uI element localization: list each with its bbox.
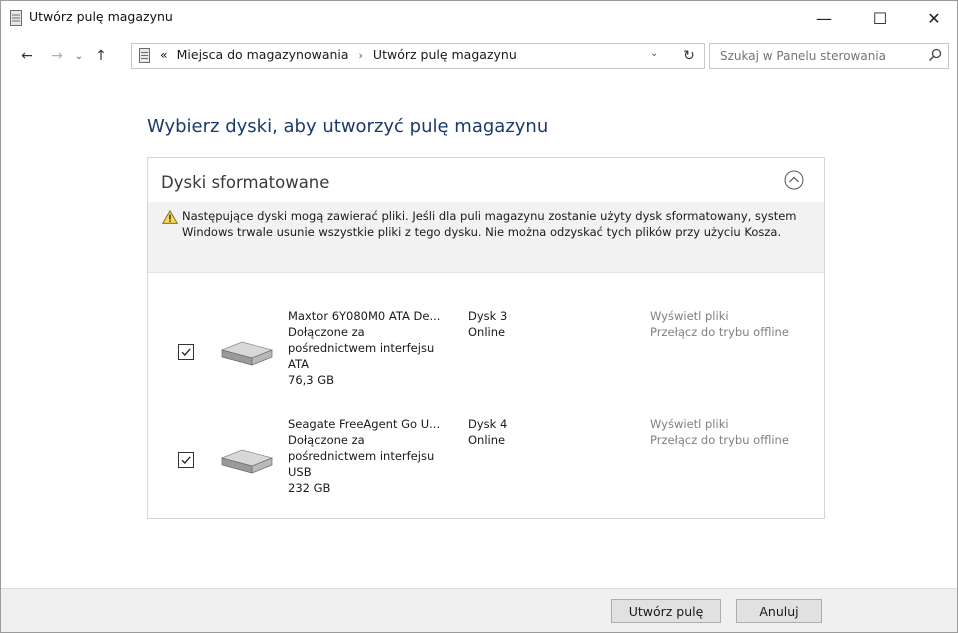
- warning-icon: [162, 210, 178, 224]
- disk-connection: pośrednictwem interfejsu: [288, 449, 435, 463]
- disk-bus: USB: [288, 465, 312, 479]
- disk-size: 232 GB: [288, 481, 331, 495]
- chevron-down-icon[interactable]: ⌄: [650, 48, 658, 59]
- back-arrow-icon: ←: [21, 48, 33, 64]
- disk-connection: Dołączone za: [288, 433, 365, 447]
- title-bar: Utwórz pulę magazynu — ☐ ✕: [1, 1, 957, 35]
- minimize-icon: —: [816, 8, 832, 28]
- disk-info: Dysk 4 Online: [468, 416, 507, 448]
- disk-number: Dysk 3: [468, 309, 508, 323]
- take-offline-link[interactable]: Przełącz do trybu offline: [650, 324, 789, 340]
- maximize-button[interactable]: ☐: [857, 1, 903, 35]
- refresh-icon: ↻: [683, 48, 695, 64]
- formatted-disks-panel: Dyski sformatowane Następujące dyski mog…: [147, 157, 825, 519]
- storage-icon: [10, 10, 22, 26]
- page-title: Wybierz dyski, aby utworzyć pulę magazyn…: [147, 116, 549, 137]
- breadcrumb-separator[interactable]: ›: [359, 49, 363, 62]
- up-arrow-icon: ↑: [95, 48, 107, 64]
- disk-checkbox[interactable]: [178, 452, 194, 468]
- warning-text: Następujące dyski mogą zawierać pliki. J…: [182, 209, 797, 239]
- checkmark-icon: [181, 456, 191, 464]
- close-icon: ✕: [927, 8, 941, 28]
- create-pool-button[interactable]: Utwórz pulę: [611, 599, 721, 623]
- disk-status: Online: [468, 325, 506, 339]
- view-files-link[interactable]: Wyświetl pliki: [650, 308, 789, 324]
- disk-connection: Dołączone za: [288, 325, 365, 339]
- up-button[interactable]: ↑: [91, 46, 111, 66]
- cancel-button[interactable]: Anuluj: [736, 599, 822, 623]
- panel-header[interactable]: Dyski sformatowane: [148, 158, 824, 202]
- chevron-up-icon[interactable]: [784, 170, 804, 190]
- view-files-link[interactable]: Wyświetl pliki: [650, 416, 789, 432]
- footer-bar: Utwórz pulę Anuluj: [1, 588, 957, 632]
- disk-info: Dysk 3 Online: [468, 308, 507, 340]
- refresh-button[interactable]: ↻: [678, 45, 700, 67]
- forward-arrow-icon: →: [51, 48, 63, 64]
- search-input[interactable]: [718, 46, 922, 66]
- disk-bus: ATA: [288, 357, 309, 371]
- disk-row: Maxtor 6Y080M0 ATA De... Dołączone za po…: [148, 308, 824, 404]
- breadcrumb-item-create-pool[interactable]: Utwórz pulę magazynu: [373, 47, 517, 62]
- navigation-bar: ← → ⌄ ↑ « Miejsca do magazynowania › Utw…: [1, 43, 957, 69]
- disk-size: 76,3 GB: [288, 373, 335, 387]
- disk-number: Dysk 4: [468, 417, 508, 431]
- disk-name: Seagate FreeAgent Go U...: [288, 417, 441, 431]
- search-icon: [928, 48, 942, 62]
- maximize-icon: ☐: [872, 8, 888, 28]
- disk-name: Maxtor 6Y080M0 ATA De...: [288, 309, 441, 323]
- storage-icon: [139, 48, 150, 63]
- disk-status: Online: [468, 433, 506, 447]
- disk-actions: Wyświetl pliki Przełącz do trybu offline: [650, 416, 789, 448]
- checkmark-icon: [181, 348, 191, 356]
- disk-connection: pośrednictwem interfejsu: [288, 341, 435, 355]
- disk-details: Maxtor 6Y080M0 ATA De... Dołączone za po…: [288, 308, 453, 388]
- disk-checkbox[interactable]: [178, 344, 194, 360]
- hard-drive-icon: [220, 341, 274, 366]
- disk-details: Seagate FreeAgent Go U... Dołączone za p…: [288, 416, 453, 496]
- breadcrumb-item-storage-spaces[interactable]: Miejsca do magazynowania: [177, 47, 349, 62]
- disk-actions: Wyświetl pliki Przełącz do trybu offline: [650, 308, 789, 340]
- address-bar[interactable]: « Miejsca do magazynowania › Utwórz pulę…: [131, 43, 705, 69]
- back-button[interactable]: ←: [17, 46, 37, 66]
- storage-pool-window: Utwórz pulę magazynu — ☐ ✕ ← → ⌄ ↑ « Mie…: [0, 0, 958, 633]
- hard-drive-icon: [220, 449, 274, 474]
- search-box[interactable]: [709, 43, 949, 69]
- panel-title: Dyski sformatowane: [161, 173, 330, 192]
- chevron-down-icon: ⌄: [74, 50, 84, 62]
- forward-button[interactable]: →: [47, 46, 67, 66]
- disk-row: Seagate FreeAgent Go U... Dołączone za p…: [148, 416, 824, 512]
- close-button[interactable]: ✕: [911, 1, 957, 35]
- minimize-button[interactable]: —: [801, 1, 847, 35]
- take-offline-link[interactable]: Przełącz do trybu offline: [650, 432, 789, 448]
- window-title: Utwórz pulę magazynu: [29, 9, 173, 24]
- breadcrumb-overflow[interactable]: «: [160, 47, 168, 62]
- breadcrumb: « Miejsca do magazynowania › Utwórz pulę…: [160, 47, 517, 62]
- warning-message: Następujące dyski mogą zawierać pliki. J…: [148, 202, 824, 273]
- recent-locations-button[interactable]: ⌄: [71, 46, 87, 66]
